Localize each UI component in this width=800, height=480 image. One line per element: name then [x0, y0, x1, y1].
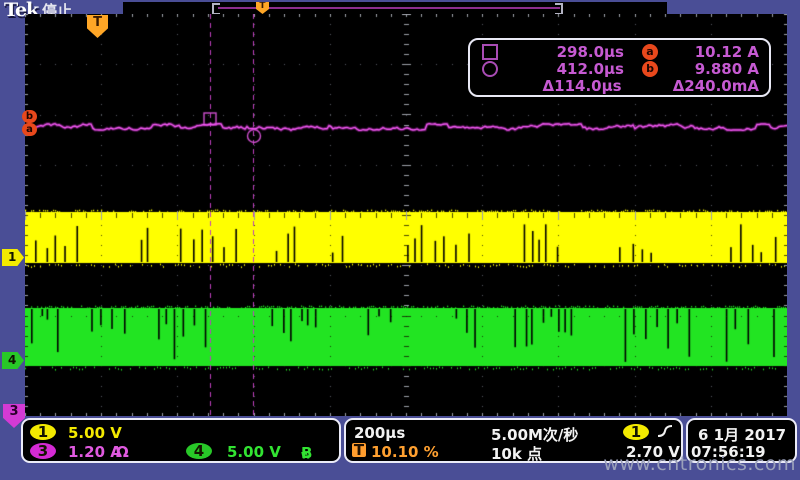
watermark: www.cntronics.com: [603, 453, 796, 475]
cursor1-readout-row: 298.0µs a 10.12 A: [482, 43, 759, 60]
cursor-b-badge: b: [642, 61, 658, 77]
channel4-position-marker: 4: [2, 352, 24, 369]
record-window-line: [218, 7, 560, 9]
cursor-delta-time: Δ114.0µs: [511, 77, 621, 95]
trigger-slope-icon: [657, 424, 673, 443]
cursor-b-trace-marker: b: [22, 110, 37, 123]
timebase-readout: 200µs: [354, 424, 405, 442]
cursor-a-amplitude: 10.12 A: [676, 43, 759, 61]
cursor-delta-row: Δ114.0µs Δ240.0mA: [482, 77, 759, 94]
cursor-a-badge: a: [642, 44, 658, 60]
waveform-display: T 298.0µs a 10.12 A 412.0µs b 9.880 A Δ1…: [25, 14, 787, 416]
record-length-readout: 10k 点: [491, 443, 542, 464]
channel3-badge: 3: [30, 443, 56, 459]
date-readout: 6 1月 2017: [698, 424, 786, 445]
sample-rate-readout: 5.00M次/秒: [491, 424, 578, 445]
vertical-settings-panel: 1 5.00 V 3 1.20 A Ω 4 5.00 V BW: [21, 418, 341, 463]
cursor2-circle-icon: [482, 61, 498, 77]
channel3-scale: 1.20 A: [68, 443, 122, 461]
trigger-position-icon: T: [352, 443, 366, 457]
bandwidth-limit-icon: BW: [301, 444, 311, 462]
cursor-a-trace-marker: a: [22, 123, 37, 136]
cursor1-square-icon: [482, 44, 498, 60]
record-view-bar: T: [123, 2, 667, 14]
trigger-position-readout: 10.10 %: [371, 443, 439, 461]
cursor-delta-amplitude: Δ240.0mA: [673, 77, 759, 95]
channel1-badge: 1: [30, 424, 56, 440]
channel1-scale: 5.00 V: [68, 424, 122, 442]
channel1-position-marker: 1: [2, 249, 24, 266]
oscilloscope-screen: Tek 停止 T T 298.0µs a 10.12 A 412.0µs b 9…: [0, 0, 800, 480]
cursor1-time: 298.0µs: [512, 43, 624, 61]
channel3-coupling: Ω: [116, 443, 129, 461]
cursor-readout-panel: 298.0µs a 10.12 A 412.0µs b 9.880 A Δ114…: [468, 38, 771, 97]
channel4-scale: 5.00 V: [227, 443, 281, 461]
cursor-b-amplitude: 9.880 A: [676, 60, 759, 78]
trigger-source-badge: 1: [623, 424, 649, 440]
record-trigger-marker-icon: T: [256, 2, 269, 14]
cursor2-readout-row: 412.0µs b 9.880 A: [482, 60, 759, 77]
cursor2-time: 412.0µs: [512, 60, 624, 78]
channel4-badge: 4: [186, 443, 212, 459]
